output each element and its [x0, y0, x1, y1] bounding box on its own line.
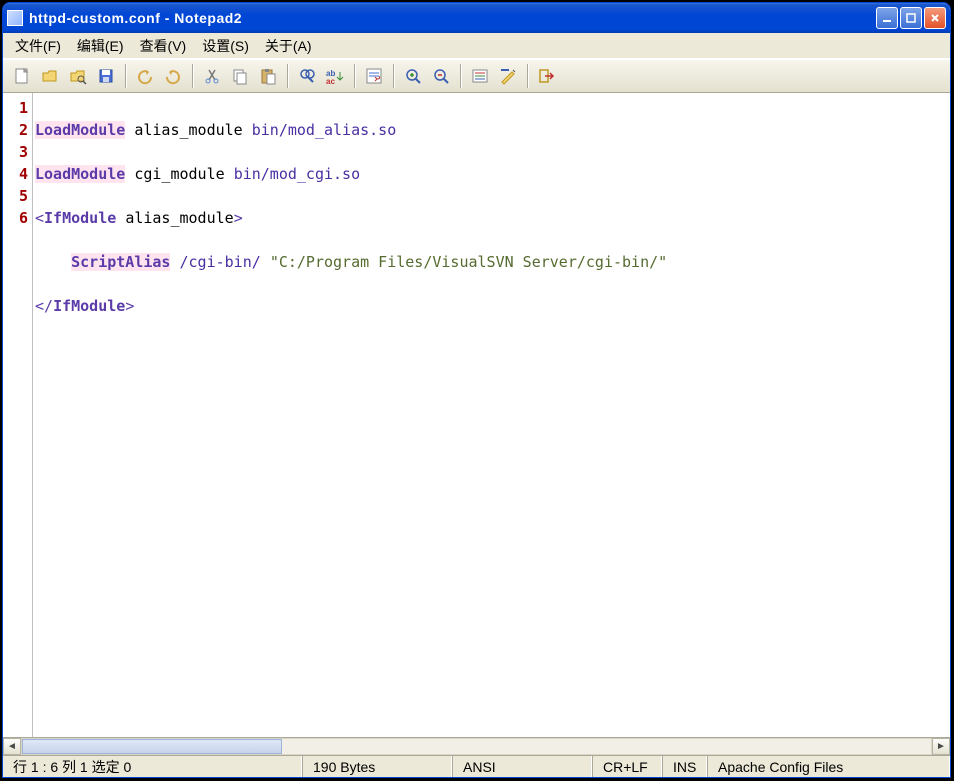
toolbar-separator	[192, 64, 193, 88]
status-insert-mode: INS	[663, 756, 708, 777]
undo-icon[interactable]	[132, 63, 158, 89]
find-icon[interactable]	[294, 63, 320, 89]
zoom-in-icon[interactable]	[400, 63, 426, 89]
editor-area[interactable]: 1 2 3 4 5 6 LoadModule alias_module bin/…	[3, 93, 950, 737]
line-number: 5	[3, 185, 28, 207]
redo-icon[interactable]	[160, 63, 186, 89]
app-window: httpd-custom.conf - Notepad2 文件(F) 编辑(E)…	[2, 2, 951, 778]
line-number: 6	[3, 207, 28, 229]
menu-about[interactable]: 关于(A)	[259, 34, 318, 58]
toolbar-separator	[460, 64, 461, 88]
toolbar-separator	[354, 64, 355, 88]
cut-icon[interactable]	[199, 63, 225, 89]
scroll-right-button[interactable]: ►	[932, 738, 950, 755]
toolbar-separator	[393, 64, 394, 88]
status-size: 190 Bytes	[303, 756, 453, 777]
scheme-icon[interactable]	[467, 63, 493, 89]
code-line[interactable]: LoadModule cgi_module bin/mod_cgi.so	[35, 163, 667, 185]
scroll-track[interactable]	[21, 738, 932, 755]
toolbar: abac	[3, 59, 950, 93]
minimize-button[interactable]	[876, 7, 898, 29]
window-controls	[876, 7, 946, 29]
word-wrap-icon[interactable]	[361, 63, 387, 89]
menu-file[interactable]: 文件(F)	[9, 34, 67, 58]
new-icon[interactable]	[9, 63, 35, 89]
code-line[interactable]: </IfModule>	[35, 295, 667, 317]
code-line[interactable]: <IfModule alias_module>	[35, 207, 667, 229]
copy-icon[interactable]	[227, 63, 253, 89]
browse-icon[interactable]	[65, 63, 91, 89]
status-filetype: Apache Config Files	[708, 756, 950, 777]
zoom-out-icon[interactable]	[428, 63, 454, 89]
status-eol: CR+LF	[593, 756, 663, 777]
menu-view[interactable]: 查看(V)	[134, 34, 193, 58]
toolbar-separator	[527, 64, 528, 88]
save-icon[interactable]	[93, 63, 119, 89]
code-line[interactable]: LoadModule alias_module bin/mod_alias.so	[35, 119, 667, 141]
svg-text:ac: ac	[326, 77, 335, 85]
maximize-button[interactable]	[900, 7, 922, 29]
menu-settings[interactable]: 设置(S)	[196, 34, 255, 58]
close-button[interactable]	[924, 7, 946, 29]
app-icon	[7, 10, 23, 26]
code-content[interactable]: LoadModule alias_module bin/mod_alias.so…	[35, 97, 667, 383]
status-bar: 行 1 : 6 列 1 选定 0 190 Bytes ANSI CR+LF IN…	[3, 755, 950, 777]
status-position: 行 1 : 6 列 1 选定 0	[3, 756, 303, 777]
line-number: 3	[3, 141, 28, 163]
toolbar-separator	[125, 64, 126, 88]
line-number: 1	[3, 97, 28, 119]
paste-icon[interactable]	[255, 63, 281, 89]
toolbar-separator	[287, 64, 288, 88]
status-encoding: ANSI	[453, 756, 593, 777]
line-number: 4	[3, 163, 28, 185]
customize-icon[interactable]	[495, 63, 521, 89]
replace-icon[interactable]: abac	[322, 63, 348, 89]
line-number-gutter: 1 2 3 4 5 6	[3, 93, 33, 737]
open-icon[interactable]	[37, 63, 63, 89]
window-title: httpd-custom.conf - Notepad2	[29, 10, 876, 26]
title-bar[interactable]: httpd-custom.conf - Notepad2	[3, 3, 950, 33]
exit-icon[interactable]	[534, 63, 560, 89]
menu-edit[interactable]: 编辑(E)	[71, 34, 130, 58]
menu-bar: 文件(F) 编辑(E) 查看(V) 设置(S) 关于(A)	[3, 33, 950, 59]
code-line[interactable]: ScriptAlias /cgi-bin/ "C:/Program Files/…	[35, 251, 667, 273]
scroll-thumb[interactable]	[22, 739, 282, 754]
line-number: 2	[3, 119, 28, 141]
scroll-left-button[interactable]: ◄	[3, 738, 21, 755]
horizontal-scrollbar[interactable]: ◄ ►	[3, 737, 950, 755]
